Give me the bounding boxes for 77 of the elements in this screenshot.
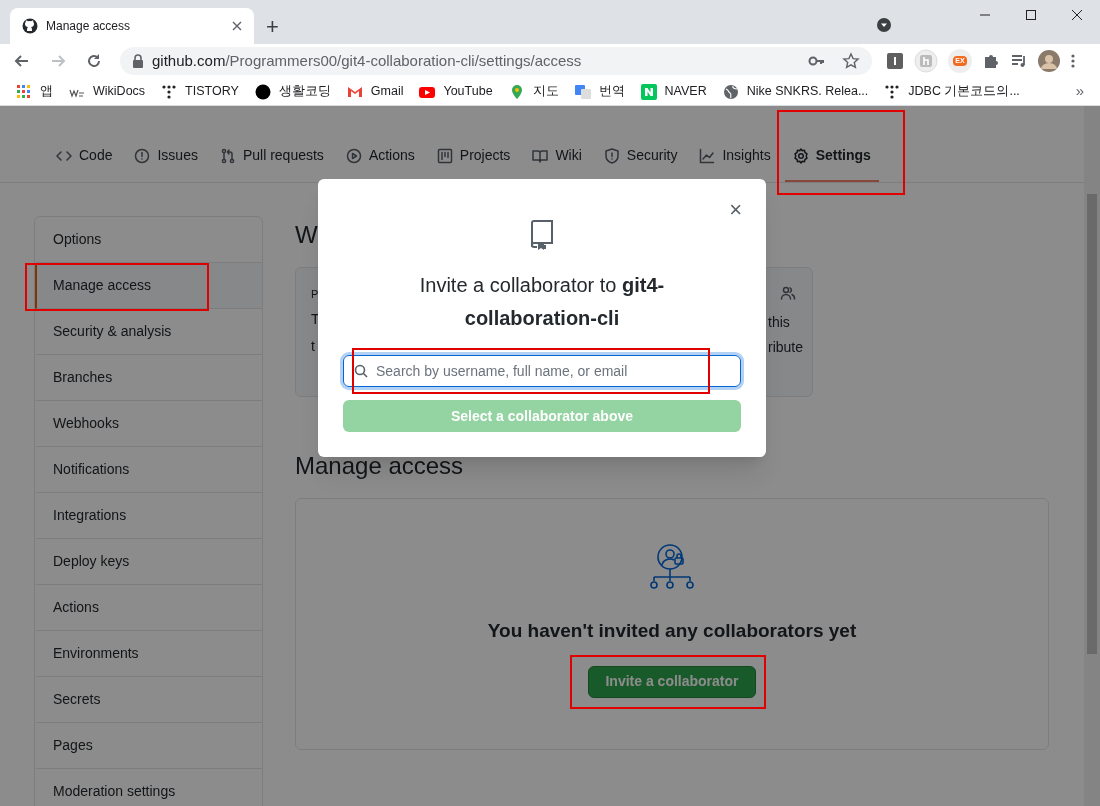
settings-icon [792, 147, 809, 164]
dropdown-icon[interactable] [876, 17, 892, 33]
sidebar-item[interactable]: Branches [35, 355, 262, 401]
repository-icon [529, 219, 555, 251]
translate-icon [574, 83, 591, 100]
sidebar-item[interactable]: Deploy keys [35, 539, 262, 585]
text-fragment: ribute [768, 338, 804, 357]
sidebar-item[interactable]: Environments [35, 631, 262, 677]
repo-tab[interactable]: Code [48, 137, 121, 182]
repo-tab[interactable]: Issues [126, 137, 206, 182]
browser-tab[interactable]: Manage access [10, 8, 254, 44]
bookmark[interactable]: 앱 [16, 82, 53, 101]
repo-tab[interactable]: Security [595, 137, 686, 182]
sidebar-item[interactable]: Actions [35, 585, 262, 631]
sidebar-item[interactable]: Pages [35, 723, 262, 769]
repo-tab[interactable]: Insights [691, 137, 779, 182]
people-icon [780, 285, 796, 301]
bookmark[interactable]: 번역 [574, 82, 625, 101]
project-board-icon [436, 147, 453, 164]
repo-tab[interactable]: Settings [784, 137, 879, 182]
section-heading: Manage access [295, 451, 465, 481]
extension-icon[interactable] [886, 52, 904, 70]
book-icon [532, 147, 549, 164]
sidebar-item[interactable]: Notifications [35, 447, 262, 493]
bookmark[interactable]: YouTube [419, 82, 493, 101]
search-icon [354, 364, 368, 378]
globe-icon [722, 83, 739, 100]
sidebar-item[interactable]: Integrations [35, 493, 262, 539]
repo-tab[interactable]: Actions [337, 137, 423, 182]
bookmark[interactable]: 지도 [508, 82, 559, 101]
star-icon[interactable] [842, 52, 860, 70]
playlist-icon[interactable] [1010, 52, 1028, 70]
avatar-icon[interactable] [1038, 50, 1060, 72]
pull-request-icon [219, 147, 236, 164]
bookmark[interactable]: Gmail [346, 82, 404, 101]
sidebar-item[interactable]: Webhooks [35, 401, 262, 447]
dots-icon [884, 83, 901, 100]
text-fragment: P [311, 287, 320, 302]
repo-tab[interactable]: Wiki [524, 137, 590, 182]
shield-icon [603, 147, 620, 164]
bookmark[interactable]: JDBC 기본코드의... [884, 82, 1020, 101]
new-tab-button[interactable]: + [266, 16, 279, 38]
sidebar-item[interactable]: Secrets [35, 677, 262, 723]
bookmark[interactable]: 생활코딩 [254, 82, 331, 101]
circle-icon [254, 83, 271, 100]
apps-icon [16, 83, 32, 100]
url-text: github.com/Programmers00/git4-collaboration-cli/settings/access [152, 50, 583, 71]
dialog-title: Invite a collaborator to git4-collaboration-cli [418, 273, 666, 331]
bookmark[interactable]: TISTORY [161, 82, 239, 101]
bookmark[interactable]: NAVER [640, 82, 707, 101]
issue-icon [134, 147, 151, 164]
repo-tab[interactable]: Projects [428, 137, 519, 182]
bookmark[interactable]: WikiDocs [69, 82, 146, 101]
more-bookmarks-button[interactable]: » [1075, 80, 1084, 103]
sidebar-item[interactable]: Manage access [35, 263, 262, 309]
bookmark[interactable]: Nike SNKRS. Relea... [722, 82, 869, 101]
page-heading: W [295, 220, 318, 250]
search-field[interactable]: Search by username, full name, or email [343, 355, 741, 387]
github-icon [22, 18, 38, 34]
graph-icon [699, 147, 716, 164]
lock-icon [132, 54, 144, 68]
text-fragment: this [768, 313, 790, 332]
repo-tab[interactable]: Pull requests [211, 137, 332, 182]
scrollbar[interactable] [1084, 106, 1100, 806]
letter-tile-icon [640, 83, 657, 100]
menu-icon[interactable] [1070, 53, 1076, 69]
address-bar[interactable]: github.com/Programmers00/git4-collaboration-cli/settings/access [120, 47, 872, 75]
puzzle-icon[interactable] [982, 52, 1000, 70]
sidebar-item[interactable]: Moderation settings [35, 769, 262, 806]
close-icon[interactable] [232, 21, 242, 31]
close-button[interactable]: × [729, 199, 742, 221]
sidebar-item[interactable]: Security & analysis [35, 309, 262, 355]
play-icon [345, 147, 362, 164]
dots-icon [161, 83, 178, 100]
empty-state-message: You haven't invited any collaborators yet [487, 619, 857, 643]
text-fragment: t [311, 336, 316, 356]
tab-title: Manage access [46, 18, 132, 35]
